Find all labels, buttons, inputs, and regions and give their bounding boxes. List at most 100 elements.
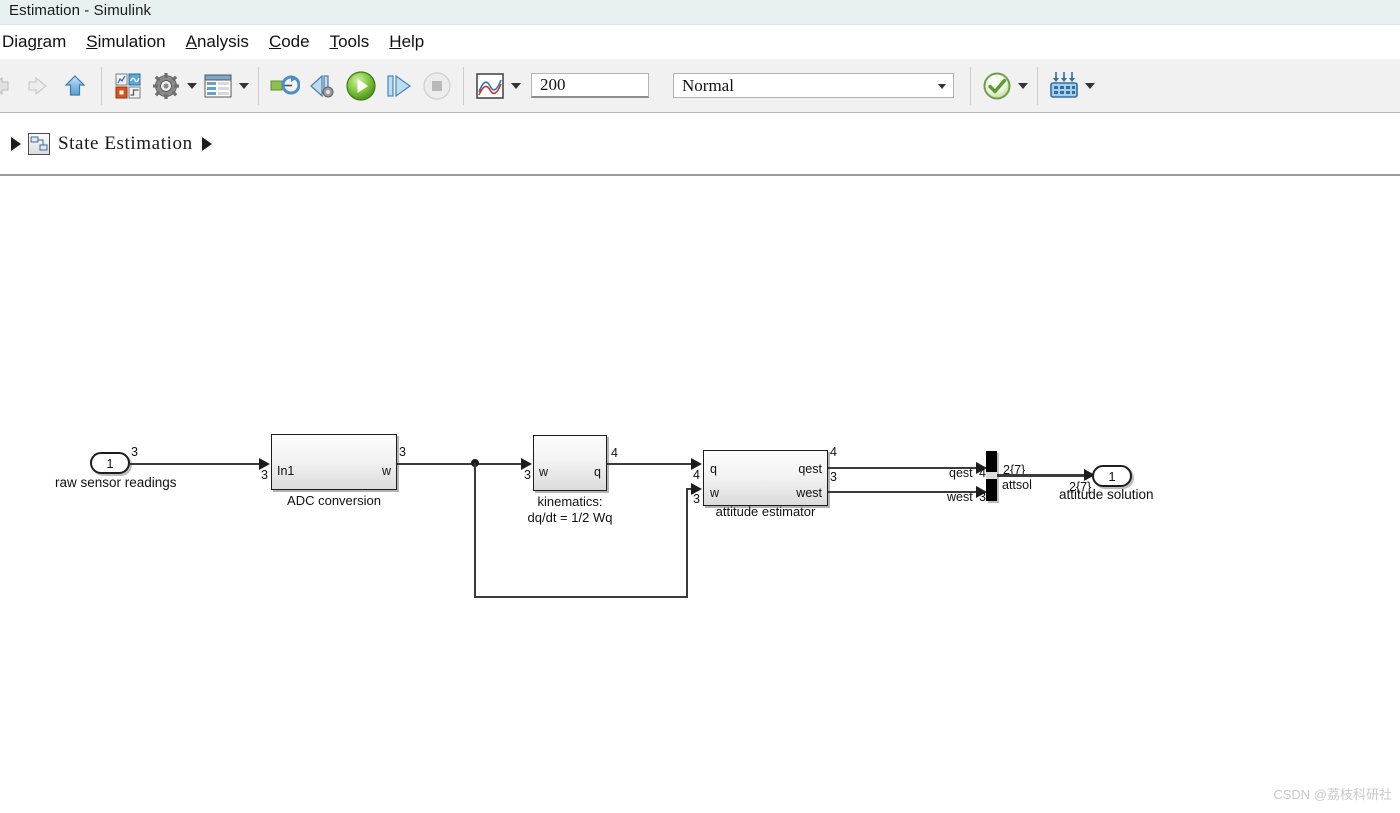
menu-label-code: ode [281,32,310,51]
menu-label-tools: ools [338,32,370,51]
model-settings-gear-icon [153,72,179,99]
simulation-stop-time-value: 200 [540,75,566,94]
update-diagram-icon [270,74,300,94]
data-inspector-icon [1050,71,1078,98]
model-thumbnail-icon [28,132,50,155]
up-to-parent-button[interactable] [58,69,92,103]
wire-feedback-up[interactable] [686,489,688,598]
scope-button[interactable] [473,69,507,103]
title-bar: Estimation - Simulink [0,0,1400,25]
wire-mux-to-outport[interactable] [997,474,1090,477]
breadcrumb-label[interactable]: State Estimation [58,133,193,155]
menu-label-diagram-suffix: am [42,32,67,51]
signal-width-inport-out: 3 [131,445,138,459]
chevron-down-icon [187,82,197,89]
simulation-stop-time-input[interactable]: 200 [531,73,649,98]
wire-adc-to-kinematics[interactable] [397,463,525,465]
step-forward-button[interactable] [382,69,416,103]
toolbar-separator-3 [463,66,464,105]
signal-width-mux-in-2: 3 [979,490,986,504]
kinematics-in-port-label: w [539,465,549,479]
model-explorer-dropdown[interactable] [237,69,251,103]
inport-raw-sensor-readings[interactable]: 1 [90,452,130,474]
simulation-data-inspector-scope-icon [476,72,504,99]
build-model-icon [310,74,334,97]
stop-button[interactable] [420,69,454,103]
breadcrumb-forward-triangle-icon[interactable] [201,136,212,151]
menu-item-simulation[interactable]: Simulation [76,32,175,52]
estimator-in-port-q-label: q [710,462,717,476]
toolbar-separator-4 [970,66,971,105]
model-explorer-icon [204,74,232,97]
menu-label-diagram-prefix: Diag [1,32,37,51]
breadcrumb-back-triangle-icon[interactable] [11,136,21,151]
menu-mnemonic-help: H [389,32,402,51]
signal-width-estimator-w-in: 3 [693,492,700,506]
library-browser-button[interactable] [111,69,145,103]
signal-width-adc-out: 3 [399,445,406,459]
model-advisor-dropdown[interactable] [1016,69,1030,103]
model-advisor-check-icon [983,72,1011,99]
wire-inport-to-adc[interactable] [130,463,262,465]
chevron-down-icon [1018,82,1028,89]
up-to-parent-icon [64,74,86,96]
watermark: CSDN @荔枝科研社 [1273,787,1392,802]
wire-feedback-down[interactable] [474,463,476,598]
signal-label-attsol: attsol [1002,478,1032,492]
run-button[interactable] [344,69,378,103]
build-model-button[interactable] [306,69,340,103]
block-kinematics[interactable]: w q [533,435,607,491]
block-adc-conversion[interactable]: In1 w [271,434,397,490]
signal-width-kinematics-in: 3 [524,468,531,482]
outport-number: 1 [1108,468,1116,484]
back-button[interactable] [0,69,16,103]
menu-item-diagram[interactable]: Diagram [0,32,76,52]
adc-in-port-label: In1 [277,464,295,478]
menu-mnemonic-analysis: A [185,32,197,51]
chevron-down-icon [938,84,946,89]
model-advisor-button[interactable] [980,69,1014,103]
forward-arrow-icon [28,76,47,95]
menu-item-code[interactable]: Code [259,32,320,52]
kinematics-out-port-label: q [594,465,601,479]
signal-label-west: west [947,490,973,504]
menu-item-tools[interactable]: Tools [320,32,380,52]
menu-label-analysis: nalysis [196,32,249,51]
signal-width-estimator-q-in: 4 [693,468,700,482]
estimator-in-port-w-label: w [710,486,720,500]
model-canvas[interactable]: 1 raw sensor readings 3 3 In1 w ADC conv… [0,178,1400,813]
model-explorer-button[interactable] [201,69,235,103]
forward-button[interactable] [20,69,54,103]
menu-bar: ay Diagram Simulation Analysis Code Tool… [0,25,1400,60]
toolbar: 200 Normal [0,59,1400,113]
wire-feedback-across[interactable] [474,596,688,598]
menu-label-help: elp [401,32,425,51]
scope-dropdown[interactable] [509,69,523,103]
model-settings-button[interactable] [149,69,183,103]
signal-width-kinematics-out: 4 [611,446,618,460]
simulation-mode-select[interactable]: Normal [673,73,954,98]
menu-item-analysis[interactable]: Analysis [176,32,259,52]
data-inspector-button[interactable] [1047,69,1081,103]
breadcrumb: State Estimation [0,113,1400,176]
run-icon [346,70,376,101]
menu-item-help[interactable]: Help [379,32,434,52]
step-forward-icon [387,74,412,97]
signal-width-west-out: 3 [830,470,837,484]
block-attitude-estimator[interactable]: q w qest west [703,450,828,506]
block-caption-kinematics-line2: dq/dt = 1/2 Wq [527,510,613,525]
toolbar-separator-2 [258,66,259,105]
outport-attitude-solution[interactable]: 1 [1092,465,1132,487]
signal-width-qest-out: 4 [830,445,837,459]
window-title: Estimation - Simulink [9,2,152,19]
bus-creator-notch [986,472,997,479]
block-caption-adc-conversion: ADC conversion [287,493,381,508]
data-inspector-dropdown[interactable] [1083,69,1097,103]
inport-number: 1 [106,455,114,471]
chevron-down-icon [511,82,521,89]
chevron-down-icon [1085,82,1095,89]
menu-label-simulation: imulation [97,32,166,51]
update-diagram-button[interactable] [268,69,302,103]
wire-kinematics-to-estimator[interactable] [607,463,694,465]
model-settings-dropdown[interactable] [185,69,199,103]
